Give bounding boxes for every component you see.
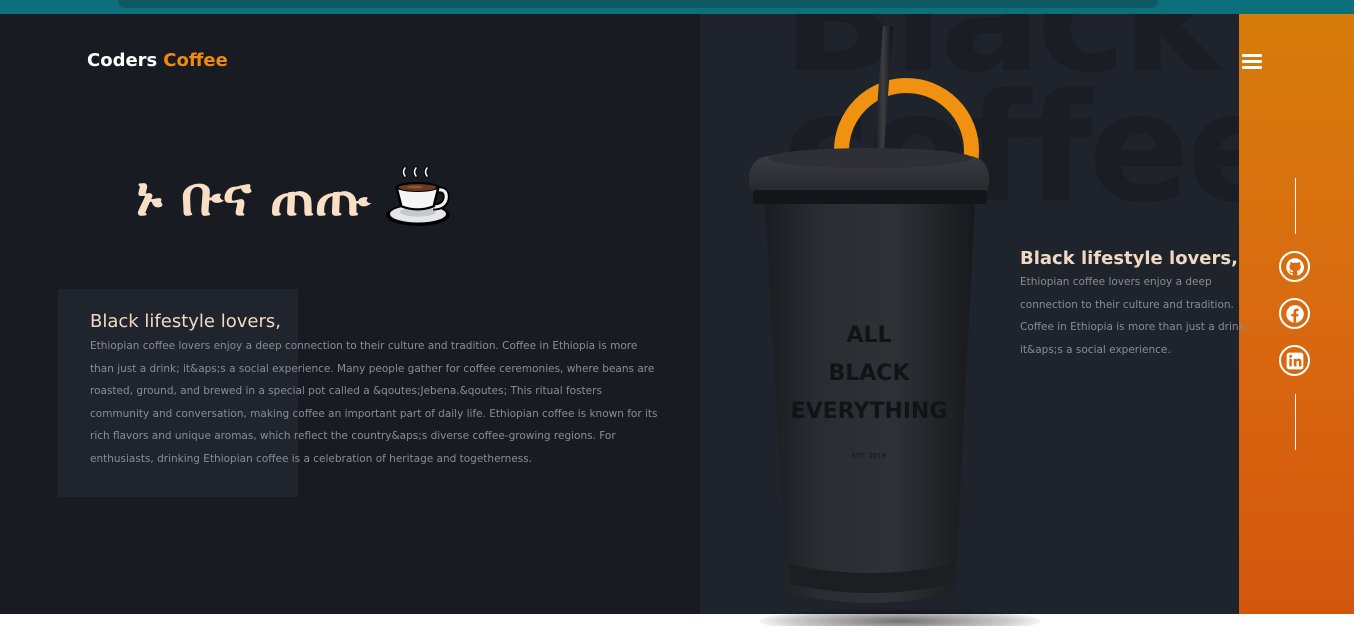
- sidebar-divider-bottom: [1295, 394, 1296, 450]
- hero-section: Black coffee Coders Coffee ኑ ቡና ጠጡ Black …: [0, 14, 1354, 614]
- linkedin-icon: [1286, 352, 1303, 369]
- menu-bar-middle: [1242, 60, 1262, 63]
- page-bottom-strip: [0, 614, 1354, 626]
- cup-print-line1: ALL: [846, 323, 891, 348]
- sidebar-divider-top: [1295, 178, 1296, 234]
- product-cup-image: ALL BLACK EVERYTHING EST. 2018: [748, 26, 990, 603]
- intro-card-heading: Black lifestyle lovers,: [90, 311, 281, 332]
- menu-bar-bottom: [1242, 66, 1262, 69]
- linkedin-link[interactable]: [1279, 345, 1310, 376]
- github-link[interactable]: [1279, 251, 1310, 282]
- brand-name-secondary: Coffee: [163, 50, 228, 71]
- facebook-icon: [1285, 304, 1304, 323]
- side-card-body: Ethiopian coffee lovers enjoy a deep con…: [1020, 276, 1249, 356]
- cup-print-line3: EVERYTHING: [791, 399, 948, 424]
- brand-logo[interactable]: Coders Coffee: [87, 50, 228, 71]
- hot-coffee-cup-icon: [386, 165, 451, 226]
- hero-title: ኑ ቡና ጠጡ: [136, 164, 453, 229]
- menu-bar-top: [1242, 54, 1262, 57]
- hero-title-text: ኑ ቡና ጠጡ: [136, 164, 370, 228]
- facebook-link[interactable]: [1279, 298, 1310, 329]
- github-icon: [1285, 257, 1304, 276]
- intro-card-body: Ethiopian coffee lovers enjoy a deep con…: [90, 340, 658, 465]
- top-strip-pill: [118, 0, 1158, 8]
- hamburger-menu-icon[interactable]: [1240, 52, 1264, 72]
- cup-print-established: EST. 2018: [852, 452, 887, 460]
- side-card-heading: Black lifestyle lovers,: [1020, 248, 1238, 269]
- cup-print-line2: BLACK: [828, 361, 910, 386]
- top-strip: [0, 0, 1354, 14]
- brand-name-primary: Coders: [87, 50, 158, 71]
